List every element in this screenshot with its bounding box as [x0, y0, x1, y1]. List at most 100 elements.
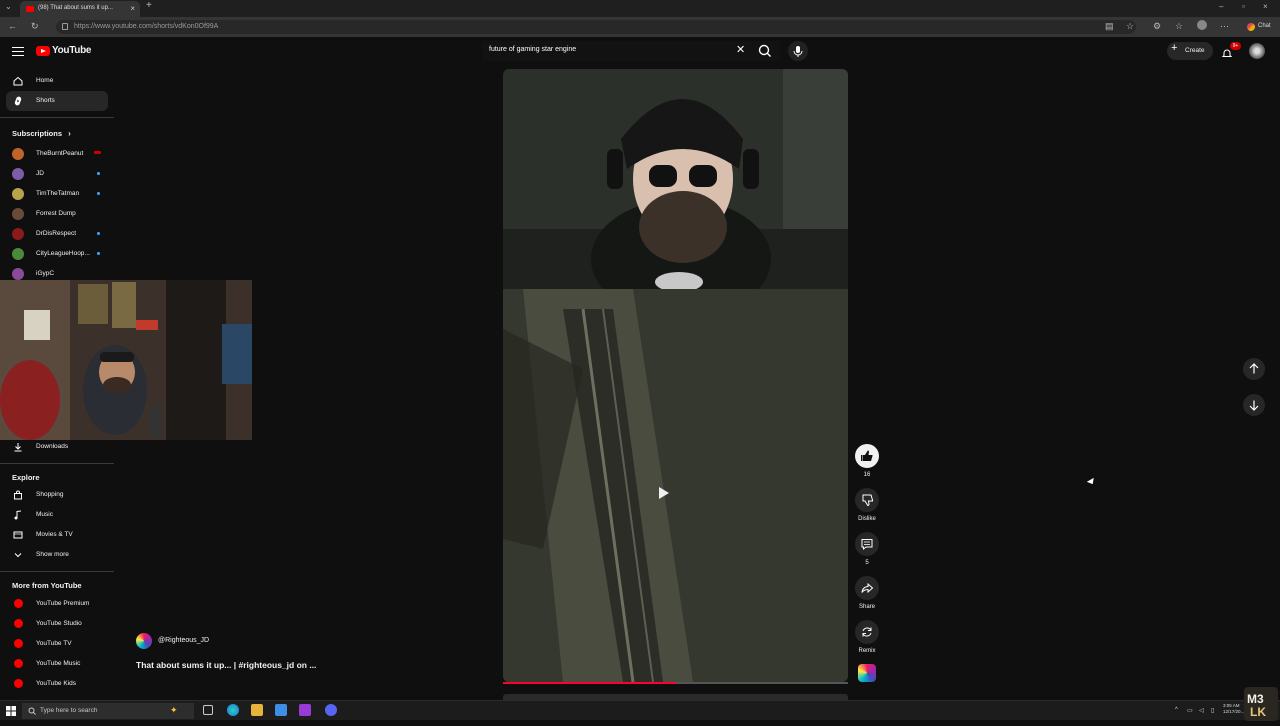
subscription-item[interactable]: TheBurntPeanut [6, 145, 106, 163]
create-label: Create [1185, 47, 1205, 54]
like-button[interactable] [855, 444, 879, 468]
channel-avatar[interactable] [136, 633, 152, 649]
reader-mode-icon[interactable]: ▤ [1105, 21, 1114, 32]
new-tab-icon[interactable]: + [146, 0, 152, 11]
subscription-item[interactable]: TimTheTatman [6, 185, 106, 203]
sidebar-show-more[interactable]: Show more [6, 545, 108, 565]
channel-avatar [12, 228, 24, 240]
edge-browser-icon[interactable] [227, 704, 239, 716]
sparkle-icon: ✦ [170, 705, 178, 715]
subscription-item[interactable]: CityLeagueHoop... [6, 245, 106, 263]
sound-thumbnail[interactable] [858, 664, 876, 682]
menu-icon[interactable] [12, 47, 24, 56]
browser-tab-active[interactable]: (98) That about sums it up... × [20, 1, 140, 17]
maximize-icon[interactable]: ▫ [1242, 2, 1245, 11]
youtube-studio-icon [14, 619, 23, 628]
dislike-action[interactable]: Dislike [855, 488, 879, 522]
share-action[interactable]: Share [855, 576, 879, 610]
channel-avatar [12, 248, 24, 260]
comments-action[interactable]: 5 [855, 532, 879, 566]
channel-name: DrDisRespect [36, 230, 77, 237]
short-title[interactable]: That about sums it up... | #righteous_jd… [136, 660, 316, 670]
sidebar-item-youtube-tv[interactable]: YouTube TV [6, 635, 106, 653]
windows-start-icon[interactable] [6, 706, 16, 716]
subscriptions-heading[interactable]: Subscriptions › [12, 129, 71, 138]
extensions-icon[interactable]: ⚙ [1153, 21, 1161, 32]
video-progress-bar[interactable] [503, 682, 848, 684]
volume-icon[interactable]: ◁ [1199, 707, 1204, 714]
divider [0, 463, 114, 464]
dislike-button[interactable] [855, 488, 879, 512]
close-tab-icon[interactable]: × [130, 4, 135, 13]
file-explorer-icon[interactable] [251, 704, 263, 716]
minimize-icon[interactable]: – [1219, 2, 1223, 11]
tab-list-icon[interactable]: ⌄ [5, 2, 12, 11]
network-icon[interactable]: ▭ [1187, 707, 1193, 714]
new-content-dot [97, 252, 100, 255]
sidebar-item-downloads[interactable]: Downloads [6, 437, 108, 457]
copilot-chat-button[interactable]: Chat [1244, 20, 1274, 34]
channel-name[interactable]: @Righteous_JD [158, 637, 209, 644]
close-window-icon[interactable]: × [1263, 2, 1268, 11]
battery-icon[interactable]: ▯ [1211, 707, 1214, 714]
task-view-icon[interactable] [203, 705, 213, 715]
tray-overflow-icon[interactable]: ^ [1175, 707, 1178, 713]
address-bar-row: ← ↻ https://www.youtube.com/shorts/vdKon… [0, 17, 1280, 37]
dislike-label: Dislike [858, 516, 876, 522]
favorite-icon[interactable]: ☆ [1126, 21, 1134, 32]
profile-icon[interactable] [1197, 20, 1207, 30]
sidebar-item-label: Shopping [36, 491, 64, 498]
search-icon[interactable] [756, 42, 774, 60]
voice-search-icon[interactable] [788, 41, 808, 61]
webcam-overlay [0, 280, 252, 440]
chevron-down-icon [14, 553, 22, 558]
clock[interactable]: 3:05 AM 12/17/20... [1223, 703, 1244, 715]
sidebar-item-shorts[interactable]: Shorts [6, 91, 108, 111]
sidebar-item-youtube-music[interactable]: YouTube Music [6, 655, 106, 673]
sidebar-item-home[interactable]: Home [6, 71, 108, 91]
subscription-item[interactable]: DrDisRespect [6, 225, 106, 243]
clear-search-icon[interactable]: ✕ [736, 43, 745, 56]
channel-avatar [12, 188, 24, 200]
discord-icon[interactable] [325, 704, 337, 716]
audio-source-action[interactable] [855, 664, 879, 682]
browser-tab-bar: ⌄ (98) That about sums it up... × + – ▫ … [0, 0, 1280, 17]
share-button[interactable] [855, 576, 879, 600]
subscription-item[interactable]: JD [6, 165, 106, 183]
next-short-button[interactable] [1243, 394, 1265, 416]
svg-text:LK: LK [1250, 705, 1266, 719]
subscription-item[interactable]: Forrest Dump [6, 205, 106, 223]
previous-short-button[interactable] [1243, 358, 1265, 380]
obs-app-icon[interactable] [299, 704, 311, 716]
sidebar-item-youtube-premium[interactable]: YouTube Premium [6, 595, 106, 613]
sidebar-item-youtube-studio[interactable]: YouTube Studio [6, 615, 106, 633]
live-indicator [94, 151, 101, 154]
sidebar-item-movies-tv[interactable]: Movies & TV [6, 525, 108, 545]
short-video-player[interactable] [503, 69, 848, 682]
remix-icon [862, 627, 872, 637]
site-info-icon[interactable] [62, 23, 68, 30]
reload-icon[interactable]: ↻ [31, 21, 39, 32]
remix-action[interactable]: Remix [855, 620, 879, 654]
sidebar-item-music[interactable]: Music [6, 505, 108, 525]
sidebar-item-youtube-kids[interactable]: YouTube Kids [6, 675, 106, 693]
sidebar-item-shopping[interactable]: Shopping [6, 485, 108, 505]
divider [0, 571, 114, 572]
svg-text:M3: M3 [1247, 692, 1264, 706]
remix-button[interactable] [855, 620, 879, 644]
back-icon[interactable]: ← [8, 21, 17, 31]
plus-icon: + [1171, 42, 1178, 54]
url-field[interactable]: https://www.youtube.com/shorts/vdKon0Of9… [56, 20, 1136, 34]
youtube-logo-text[interactable]: YouTube [52, 45, 92, 56]
favorites-bar-icon[interactable]: ☆ [1175, 21, 1183, 32]
youtube-logo-icon[interactable] [36, 46, 50, 56]
store-icon[interactable] [275, 704, 287, 716]
more-menu-icon[interactable]: ⋯ [1220, 21, 1229, 32]
account-avatar[interactable] [1249, 43, 1265, 59]
video-progress-fill [503, 682, 676, 684]
channel-avatar [12, 168, 24, 180]
search-query-text[interactable]: future of gaming star engine [489, 46, 576, 53]
comments-button[interactable] [855, 532, 879, 556]
taskbar-search-input[interactable]: Type here to search ✦ [22, 703, 194, 719]
like-action[interactable]: 16 [855, 444, 879, 478]
